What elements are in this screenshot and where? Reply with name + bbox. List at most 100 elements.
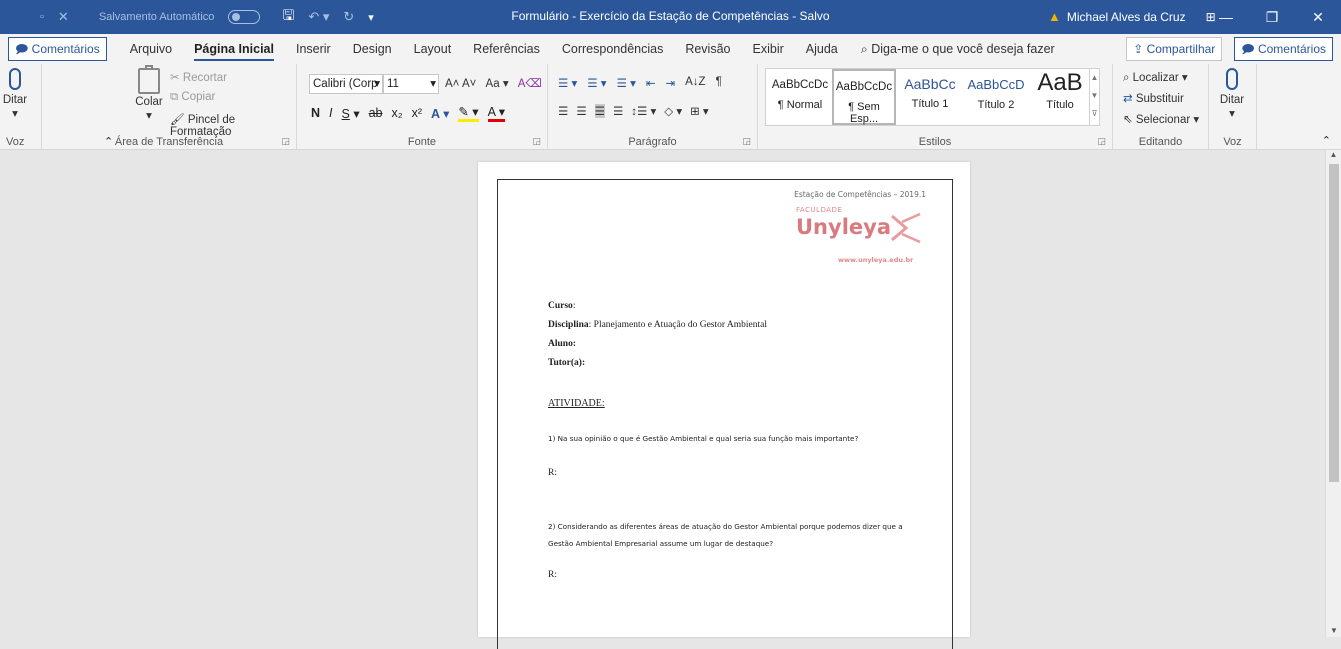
tab-revisao[interactable]: Revisão (674, 34, 741, 64)
grow-font-icon[interactable]: A˄ (445, 78, 459, 90)
comments-button-right[interactable]: 🗩 Comentários (1234, 37, 1333, 61)
multilevel-list-icon[interactable]: ☰ ▾ (617, 76, 636, 90)
dialog-launcher-icon[interactable]: ◲ (1097, 136, 1106, 147)
tab-referencias[interactable]: Referências (462, 34, 551, 64)
tab-inserir[interactable]: Inserir (285, 34, 342, 64)
restore-icon[interactable]: ▫ (40, 11, 44, 23)
style-name: ¶ Normal (777, 99, 823, 111)
collapse-ribbon-icon[interactable]: ⌃ (1322, 134, 1331, 147)
align-left-icon[interactable]: ☰ (558, 104, 568, 118)
vertical-scrollbar[interactable]: ▲ ▼ (1325, 150, 1341, 637)
clear-format-icon[interactable]: A⌫ (518, 78, 542, 90)
copy-button[interactable]: ⧉ Copiar (170, 91, 215, 104)
question-2-line-1: 2) Considerando as diferentes áreas de a… (548, 522, 903, 531)
style-no-spacing[interactable]: AaBbCcDc ¶ Sem Esp... (832, 69, 896, 125)
scroll-down-icon[interactable]: ▼ (1326, 626, 1341, 635)
change-case-button[interactable]: Aa ▾ (486, 78, 509, 90)
share-button[interactable]: ⇪ Compartilhar (1126, 37, 1223, 61)
dropdown-icon: ▾ (430, 78, 436, 90)
style-title[interactable]: AaB Título (1028, 69, 1092, 125)
dialog-launcher-icon[interactable]: ◲ (281, 136, 290, 147)
group-voz-right: Ditar ▾ Voz (1209, 64, 1257, 150)
font-size-controls: A˄ A˅ Aa ▾ A⌫ (445, 76, 542, 90)
pilcrow-icon[interactable]: ¶ (716, 76, 722, 90)
tell-me-search[interactable]: ⌕ Diga-me o que você deseja fazer (861, 42, 1055, 57)
subscript-icon[interactable]: x₂ (392, 106, 403, 120)
close-icon[interactable]: ✕ (58, 9, 69, 25)
bold-button[interactable]: N (311, 106, 320, 120)
borders-icon[interactable]: ⊞ ▾ (690, 104, 709, 118)
style-heading-1[interactable]: AaBbCc Título 1 (898, 69, 962, 125)
dictate-button-right[interactable]: Ditar ▾ (1217, 68, 1247, 120)
scroll-down-icon[interactable]: ▼ (1090, 87, 1099, 105)
italic-button[interactable]: I (329, 106, 332, 120)
strikethrough-button[interactable]: ab (369, 106, 383, 120)
tab-arquivo[interactable]: Arquivo (119, 34, 183, 64)
title-bar: ▫ ✕ Salvamento Automático 🖫 ↶ ▾ ↻ ▾ Form… (0, 0, 1341, 34)
dialog-launcher-icon[interactable]: ◲ (532, 136, 541, 147)
text-effects-icon[interactable]: A ▾ (431, 106, 449, 121)
close-window-icon[interactable]: ✕ (1295, 0, 1341, 34)
style-name: Título 2 (977, 99, 1015, 111)
font-family-select[interactable]: Calibri (Corp ▾ (309, 74, 383, 94)
dialog-launcher-icon[interactable]: ◲ (742, 136, 751, 147)
tab-ajuda[interactable]: Ajuda (795, 34, 849, 64)
styles-scroll[interactable]: ▲ ▼ ⊽ (1089, 69, 1099, 125)
answer-1: R: (548, 468, 557, 478)
shrink-font-icon[interactable]: A˅ (462, 78, 476, 90)
tab-correspondencias[interactable]: Correspondências (551, 34, 674, 64)
shading-icon[interactable]: ◇ ▾ (664, 104, 682, 118)
tab-design[interactable]: Design (342, 34, 403, 64)
scroll-up-icon[interactable]: ▲ (1090, 69, 1099, 87)
group-paragraph: ☰ ▾ ☰ ▾ ☰ ▾ ⇤ ⇥ A↓Z ¶ ☰ ☰ ☰ ☰ ↕☰ ▾ ◇ ▾ ⊞… (548, 64, 758, 150)
redo-icon[interactable]: ↻ (343, 9, 354, 25)
justify-icon[interactable]: ☰ (613, 104, 623, 118)
document-page[interactable]: Estação de Competências – 2019.1 FACULDA… (478, 162, 970, 649)
font-color-icon[interactable]: A ▾ (487, 104, 505, 122)
style-name: ¶ Sem Esp... (848, 101, 880, 125)
align-right-icon[interactable]: ☰ (594, 104, 605, 118)
undo-icon[interactable]: ↶ ▾ (308, 9, 329, 25)
more-styles-icon[interactable]: ⊽ (1090, 105, 1099, 123)
copy-label: Copiar (181, 91, 216, 103)
scroll-up-icon[interactable]: ▲ (1326, 150, 1341, 159)
highlight-icon[interactable]: ✎ ▾ (458, 104, 479, 122)
user-account[interactable]: ▲ Michael Alves da Cruz ⊞ (1048, 9, 1216, 24)
maximize-icon[interactable]: ❐ (1249, 0, 1295, 34)
align-center-icon[interactable]: ☰ (576, 104, 586, 118)
comment-icon: 🗩 (15, 42, 29, 56)
format-painter-button[interactable]: 🖌 Pincel de Formatação (170, 112, 296, 138)
paste-button[interactable]: Colar ▾ (132, 65, 166, 122)
microphone-icon (9, 68, 21, 90)
decrease-indent-icon[interactable]: ⇤ (646, 76, 656, 90)
tab-exibir[interactable]: Exibir (742, 34, 795, 64)
style-normal[interactable]: AaBbCcDc ¶ Normal (768, 69, 832, 125)
numbering-icon[interactable]: ☰ ▾ (587, 76, 606, 90)
style-heading-2[interactable]: AaBbCcD Título 2 (964, 69, 1028, 125)
customize-qat-icon[interactable]: ▾ (368, 11, 374, 24)
bullets-icon[interactable]: ☰ ▾ (558, 76, 577, 90)
search-icon: ⌕ (1123, 72, 1130, 84)
replace-button[interactable]: ⇄ Substituir (1123, 91, 1184, 105)
line-spacing-icon[interactable]: ↕☰ ▾ (631, 104, 656, 118)
superscript-icon[interactable]: x² (412, 106, 422, 120)
scroll-thumb[interactable] (1329, 164, 1339, 482)
comments-button-left[interactable]: 🗩 Comentários (8, 37, 107, 61)
dictate-button-left[interactable]: Ditar ▾ (2, 68, 28, 120)
increase-indent-icon[interactable]: ⇥ (665, 76, 675, 90)
find-button[interactable]: ⌕ Localizar ▾ (1123, 70, 1188, 85)
underline-button[interactable]: S ▾ (342, 106, 360, 121)
style-name: Título (1046, 99, 1074, 111)
cut-button[interactable]: ✂ Recortar (170, 70, 227, 84)
save-icon[interactable]: 🖫 (282, 5, 294, 29)
autosave-toggle[interactable] (228, 10, 261, 24)
minimize-icon[interactable]: — (1203, 0, 1249, 34)
tab-pagina-inicial[interactable]: Página Inicial (183, 34, 285, 64)
dictate-label: Ditar (1219, 94, 1245, 106)
logo-name: Unyleya (796, 215, 891, 239)
sort-icon[interactable]: A↓Z (685, 76, 705, 90)
font-size-select[interactable]: 11 ▾ (383, 74, 439, 94)
comments-label: Comentários (1257, 42, 1326, 56)
tab-layout[interactable]: Layout (403, 34, 463, 64)
select-button[interactable]: ⇖ Selecionar ▾ (1123, 112, 1199, 126)
